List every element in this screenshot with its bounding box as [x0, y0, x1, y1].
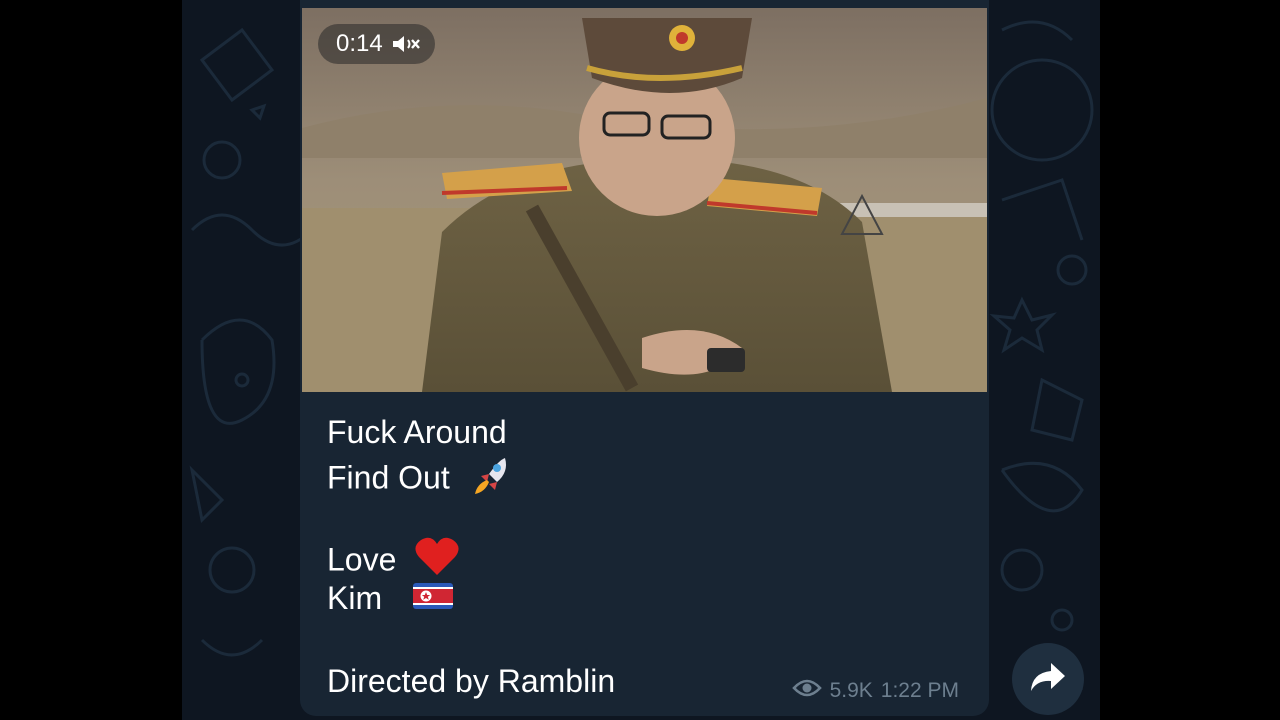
- caption-text: Kim: [327, 580, 383, 616]
- message-meta: 5.9K 1:22 PM: [791, 678, 959, 704]
- caption-text: Fuck Around: [327, 414, 507, 450]
- message-caption: Fuck Around Find Out Love Kim Directed b…: [327, 412, 615, 703]
- message-time: 1:22 PM: [880, 679, 959, 702]
- caption-text: Love: [327, 541, 397, 578]
- rocket-emoji: [469, 454, 513, 507]
- message-bubble: 0:14 Fuck Around Find Out Love Kim Direc…: [300, 0, 989, 716]
- speaker-muted-icon[interactable]: [391, 33, 421, 55]
- video-player[interactable]: 0:14: [302, 8, 987, 392]
- share-arrow-icon: [1029, 661, 1067, 698]
- caption-line: Kim: [327, 578, 615, 620]
- caption-text: Directed by Ramblin: [327, 663, 616, 699]
- video-duration-badge[interactable]: 0:14: [318, 24, 435, 64]
- caption-line: Find Out: [327, 454, 615, 496]
- video-frame: [302, 8, 987, 392]
- north-korea-flag-emoji: [413, 580, 453, 622]
- eye-icon: [791, 678, 822, 704]
- caption-line: Directed by Ramblin: [327, 661, 615, 703]
- share-button[interactable]: [1012, 643, 1084, 715]
- caption-line: Love: [327, 537, 615, 579]
- caption-line: Fuck Around: [327, 412, 615, 454]
- caption-text: Find Out: [327, 459, 450, 496]
- view-count: 5.9K: [829, 679, 873, 702]
- video-duration: 0:14: [336, 30, 383, 57]
